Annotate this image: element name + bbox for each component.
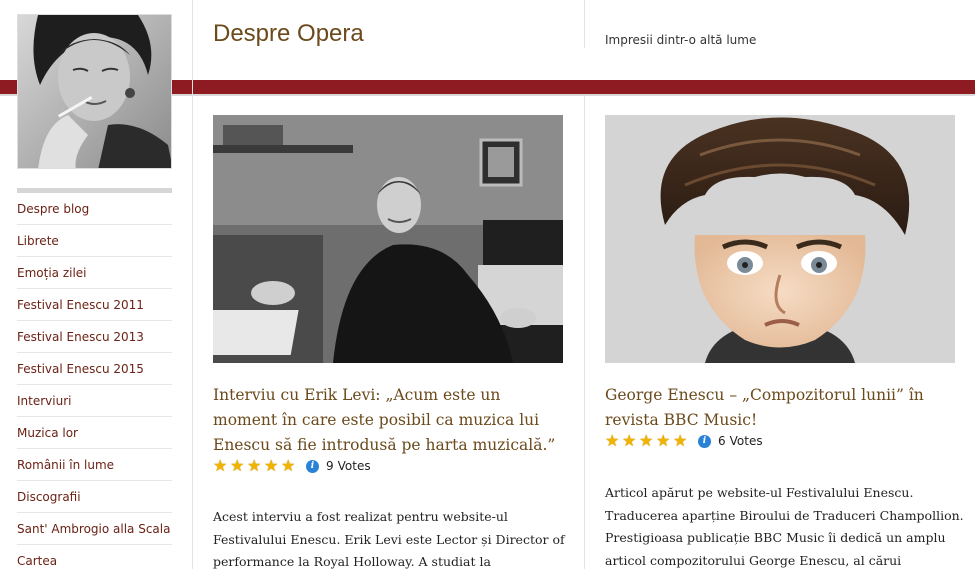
post-title[interactable]: Interviu cu Erik Levi: „Acum este un mom… [213, 383, 568, 458]
avatar[interactable] [17, 14, 172, 169]
header-divider [584, 0, 585, 48]
sidebar-item-label[interactable]: Despre blog [17, 202, 89, 216]
sidebar-divider [192, 0, 193, 569]
sidebar-item-label[interactable]: Festival Enescu 2011 [17, 298, 144, 312]
sidebar-item-label[interactable]: Festival Enescu 2015 [17, 362, 144, 376]
sidebar-item-romanii-in-lume[interactable]: Românii în lume [17, 449, 172, 481]
star-icon[interactable]: ★ [247, 458, 264, 474]
post-title[interactable]: George Enescu – „Compozitorul lunii” în … [605, 383, 960, 433]
avatar-portrait-image [18, 15, 171, 168]
sidebar-item-label[interactable]: Românii în lume [17, 458, 114, 472]
star-icon[interactable]: ★ [622, 433, 639, 449]
sidebar-item-emotia-zilei[interactable]: Emoția zilei [17, 257, 172, 289]
post-excerpt: Acest interviu a fost realizat pentru we… [213, 509, 565, 569]
sidebar-item-cartea[interactable]: Cartea [17, 545, 172, 569]
star-icon[interactable]: ★ [264, 458, 281, 474]
sidebar-item-librete[interactable]: Librete [17, 225, 172, 257]
sidebar-item-festival-enescu-2015[interactable]: Festival Enescu 2015 [17, 353, 172, 385]
sidebar-nav: Despre blog Librete Emoția zilei Festiva… [17, 193, 172, 569]
sidebar-item-label[interactable]: Festival Enescu 2013 [17, 330, 144, 344]
sidebar-item-label[interactable]: Discografii [17, 490, 81, 504]
sidebar-item-label[interactable]: Librete [17, 234, 59, 248]
sidebar-item-festival-enescu-2011[interactable]: Festival Enescu 2011 [17, 289, 172, 321]
star-icon[interactable]: ★ [281, 458, 298, 474]
info-icon[interactable]: i [306, 459, 319, 473]
post-excerpt: Articol apărut pe website-ul Festivalulu… [605, 485, 964, 568]
post-thumbnail-enescu[interactable] [605, 115, 955, 363]
sidebar-item-label[interactable]: Cartea [17, 554, 57, 568]
sidebar-item-label[interactable]: Sant' Ambrogio alla Scala [17, 522, 170, 536]
post-photo-image [213, 115, 563, 363]
post-rating: ★ ★ ★ ★ ★ i 9 Votes [213, 458, 371, 474]
rating-stars[interactable]: ★ ★ ★ ★ ★ [213, 458, 298, 474]
site-tagline: Impresii dintr-o altă lume [605, 33, 757, 47]
votes-label: Votes [729, 434, 763, 448]
sidebar-item-label[interactable]: Interviuri [17, 394, 71, 408]
info-icon[interactable]: i [698, 434, 711, 448]
votes-count: 6 [718, 434, 726, 448]
sidebar-item-despre-blog[interactable]: Despre blog [17, 193, 172, 225]
star-icon[interactable]: ★ [605, 433, 622, 449]
sidebar-item-discografii[interactable]: Discografii [17, 481, 172, 513]
star-icon[interactable]: ★ [639, 433, 656, 449]
post-rating: ★ ★ ★ ★ ★ i 6 Votes [605, 433, 763, 449]
post-caricature-image [605, 115, 955, 363]
votes-count: 9 [326, 459, 334, 473]
star-icon[interactable]: ★ [656, 433, 673, 449]
star-icon[interactable]: ★ [230, 458, 247, 474]
votes-label: Votes [337, 459, 371, 473]
sidebar-item-interviuri[interactable]: Interviuri [17, 385, 172, 417]
sidebar-item-label[interactable]: Muzica lor [17, 426, 78, 440]
rating-stars[interactable]: ★ ★ ★ ★ ★ [605, 433, 690, 449]
post-thumbnail-erik-levi[interactable] [213, 115, 563, 363]
sidebar-item-label[interactable]: Emoția zilei [17, 266, 87, 280]
sidebar-item-muzica-lor[interactable]: Muzica lor [17, 417, 172, 449]
sidebar-item-sant-ambrogio[interactable]: Sant' Ambrogio alla Scala [17, 513, 172, 545]
star-icon[interactable]: ★ [213, 458, 230, 474]
site-title[interactable]: Despre Opera [213, 20, 364, 48]
column-divider [584, 96, 585, 569]
star-icon[interactable]: ★ [673, 433, 690, 449]
sidebar-item-festival-enescu-2013[interactable]: Festival Enescu 2013 [17, 321, 172, 353]
